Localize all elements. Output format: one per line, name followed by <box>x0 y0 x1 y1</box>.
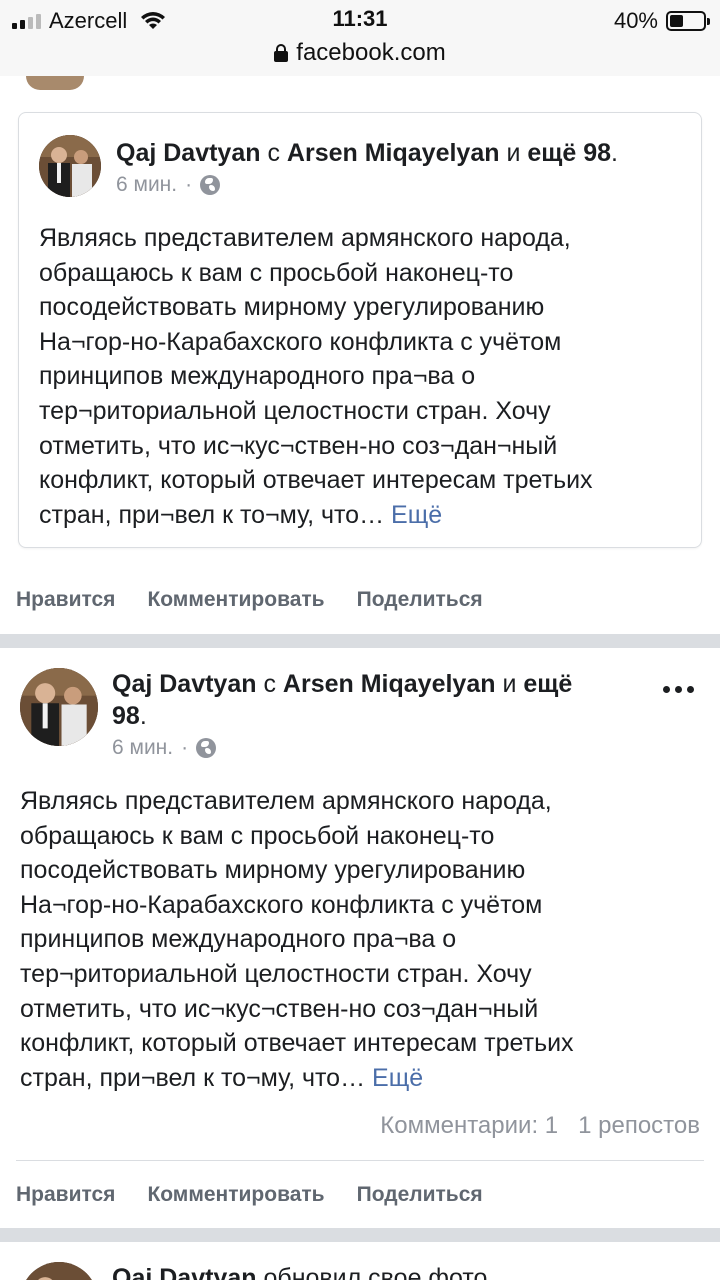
battery-icon <box>666 11 710 31</box>
with-word: с <box>267 139 280 167</box>
tagged-name[interactable]: Arsen Miqayelyan <box>287 139 500 167</box>
lock-icon <box>274 44 289 62</box>
post-body: Являясь представителем армянского народа… <box>39 224 593 529</box>
see-more-link[interactable]: Ещё <box>372 1064 423 1092</box>
and-word: и <box>502 670 517 698</box>
share-button[interactable]: Поделиться <box>357 588 483 612</box>
post-meta: 6 мин. · <box>112 736 217 760</box>
author-name[interactable]: Qaj Davtyan <box>112 1264 257 1280</box>
feed-divider <box>0 634 720 648</box>
share-button[interactable]: Поделиться <box>357 1183 483 1207</box>
globe-icon <box>200 175 221 195</box>
avatar[interactable] <box>20 1262 98 1280</box>
post-time[interactable]: 6 мин. <box>116 173 177 197</box>
previous-post-avatar[interactable] <box>26 76 84 90</box>
shared-post-text: Являясь представителем армянского народа… <box>39 221 699 532</box>
meta-separator: · <box>185 173 193 196</box>
meta-separator: · <box>181 736 189 759</box>
actions-divider <box>16 1160 704 1161</box>
url-bar[interactable]: facebook.com <box>0 36 720 76</box>
others-link[interactable]: ещё <box>523 670 572 698</box>
author-name[interactable]: Qaj Davtyan <box>116 139 261 167</box>
comments-count[interactable]: Комментарии: 1 <box>380 1112 558 1140</box>
more-options-icon[interactable] <box>663 686 694 693</box>
avatar[interactable] <box>20 668 98 746</box>
like-button[interactable]: Нравится <box>16 588 115 612</box>
comment-button[interactable]: Комментировать <box>147 1183 324 1207</box>
shared-post-header: Qaj Davtyan с Arsen Miqayelyan и ещё 98. <box>116 139 618 167</box>
globe-icon <box>196 738 217 758</box>
post-header: Qaj Davtyan с Arsen Miqayelyan и ещё 98. <box>112 670 573 730</box>
battery-status: 40% <box>613 8 710 34</box>
battery-percent: 40% <box>613 8 658 33</box>
like-button[interactable]: Нравится <box>16 1183 115 1207</box>
with-word: с <box>263 670 276 698</box>
shared-post-card[interactable]: Qaj Davtyan с Arsen Miqayelyan и ещё 98.… <box>18 112 702 548</box>
post-text: Являясь представителем армянского народа… <box>20 784 710 1095</box>
clock: 11:31 <box>332 6 388 31</box>
tagged-name[interactable]: Arsen Miqayelyan <box>283 670 496 698</box>
author-name[interactable]: Qaj Davtyan <box>112 670 257 698</box>
others-count[interactable]: 98 <box>112 702 140 730</box>
status-bar: Azercell 11:31 40% <box>0 0 720 40</box>
comment-button[interactable]: Комментировать <box>147 588 324 612</box>
shares-count[interactable]: 1 репостов <box>578 1112 700 1140</box>
avatar[interactable] <box>39 135 101 197</box>
and-word: и <box>506 139 521 167</box>
next-post-header: Qaj Davtyan обновил свое фото <box>112 1262 487 1280</box>
post-body: Являясь представителем армянского народа… <box>20 787 574 1092</box>
post-actions: Нравится Комментировать Поделиться <box>0 1165 720 1225</box>
post-time[interactable]: 6 мин. <box>112 736 173 760</box>
post-stats: Комментарии: 1 1 репостов <box>380 1112 700 1140</box>
others-link[interactable]: ещё 98 <box>527 139 611 167</box>
see-more-link[interactable]: Ещё <box>391 501 442 529</box>
post-actions: Нравится Комментировать Поделиться <box>0 570 720 630</box>
url-domain[interactable]: facebook.com <box>296 39 445 67</box>
feed-divider <box>0 1228 720 1242</box>
post-action-text: обновил свое фото <box>263 1264 488 1280</box>
shared-post-meta: 6 мин. · <box>116 173 221 197</box>
